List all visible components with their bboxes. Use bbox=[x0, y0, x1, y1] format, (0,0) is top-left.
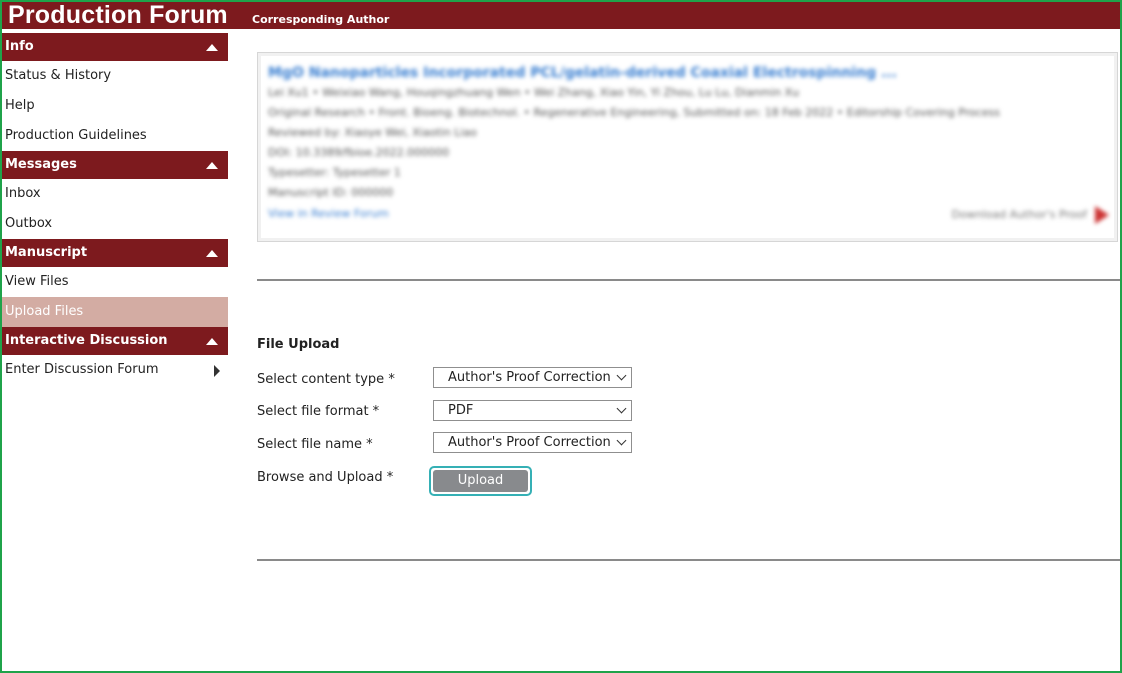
sidebar-item-enter-discussion-forum[interactable]: Enter Discussion Forum bbox=[2, 355, 228, 385]
section-header-info[interactable]: Info bbox=[2, 33, 228, 61]
user-role: Corresponding Author bbox=[252, 13, 390, 26]
manuscript-reviewers: Reviewed by: Xiaoye Wei, Xiaotin Liao bbox=[268, 126, 477, 139]
content-type-select[interactable]: Author's Proof Correction bbox=[433, 367, 632, 388]
upload-button[interactable]: Upload bbox=[429, 466, 532, 496]
section-header-manuscript[interactable]: Manuscript bbox=[2, 239, 228, 267]
sidebar-item-upload-files[interactable]: Upload Files bbox=[2, 297, 228, 327]
sidebar-item-status-history[interactable]: Status & History bbox=[2, 61, 228, 91]
header-bar: Production Forum Corresponding Author bbox=[2, 1, 1120, 29]
chevron-down-icon bbox=[616, 370, 627, 381]
section-header-messages[interactable]: Messages bbox=[2, 151, 228, 179]
file-format-label: Select file format * bbox=[257, 404, 380, 419]
caret-right-icon bbox=[214, 365, 220, 377]
caret-up-icon[interactable] bbox=[206, 44, 218, 51]
manuscript-title-link[interactable]: MgO Nanoparticles Incorporated PCL/gelat… bbox=[268, 65, 897, 81]
sidebar-item-production-guidelines[interactable]: Production Guidelines bbox=[2, 121, 228, 151]
file-format-value: PDF bbox=[448, 403, 474, 418]
review-forum-link[interactable]: View in Review Forum bbox=[268, 207, 389, 220]
manuscript-doi: DOI: 10.3389/fbioe.2022.000000 bbox=[268, 146, 450, 159]
sidebar-item-outbox[interactable]: Outbox bbox=[2, 209, 228, 239]
file-format-select[interactable]: PDF bbox=[433, 400, 632, 421]
file-name-label: Select file name * bbox=[257, 437, 373, 452]
caret-up-icon[interactable] bbox=[206, 338, 218, 345]
caret-up-icon[interactable] bbox=[206, 162, 218, 169]
file-name-value: Author's Proof Correction bbox=[448, 435, 611, 450]
sidebar-item-label: Enter Discussion Forum bbox=[5, 362, 159, 377]
file-upload-heading: File Upload bbox=[257, 337, 340, 352]
content-type-value: Author's Proof Correction bbox=[448, 370, 611, 385]
file-name-select[interactable]: Author's Proof Correction bbox=[433, 432, 632, 453]
sidebar-item-inbox[interactable]: Inbox bbox=[2, 179, 228, 209]
sidebar-item-view-files[interactable]: View Files bbox=[2, 267, 228, 297]
browse-upload-label: Browse and Upload * bbox=[257, 470, 394, 485]
pdf-download-icon[interactable] bbox=[1095, 206, 1109, 224]
section-header-interactive-discussion[interactable]: Interactive Discussion bbox=[2, 327, 228, 355]
caret-up-icon[interactable] bbox=[206, 250, 218, 257]
app-title: Production Forum bbox=[8, 1, 228, 29]
content-type-label: Select content type * bbox=[257, 372, 395, 387]
manuscript-typesetter: Typesetter: Typesetter 1 bbox=[268, 166, 401, 179]
sidebar-nav: Info Status & History Help Production Gu… bbox=[2, 33, 228, 385]
sidebar-item-help[interactable]: Help bbox=[2, 91, 228, 121]
manuscript-authors: Lei Xu1 • Weixiao Wang, Houqingzhuang We… bbox=[268, 86, 800, 99]
divider bbox=[257, 559, 1120, 561]
divider bbox=[257, 279, 1120, 281]
manuscript-info-card: MgO Nanoparticles Incorporated PCL/gelat… bbox=[257, 52, 1118, 242]
chevron-down-icon bbox=[616, 403, 627, 414]
section-title: Info bbox=[5, 39, 34, 54]
manuscript-meta: Original Research • Front. Bioeng. Biote… bbox=[268, 106, 1000, 119]
manuscript-id: Manuscript ID: 000000 bbox=[268, 186, 394, 199]
section-title: Manuscript bbox=[5, 245, 88, 260]
section-title: Messages bbox=[5, 157, 77, 172]
upload-button-label: Upload bbox=[433, 470, 528, 492]
section-title: Interactive Discussion bbox=[5, 333, 168, 348]
download-proof-link[interactable]: Download Author's Proof bbox=[951, 208, 1087, 221]
chevron-down-icon bbox=[616, 435, 627, 446]
